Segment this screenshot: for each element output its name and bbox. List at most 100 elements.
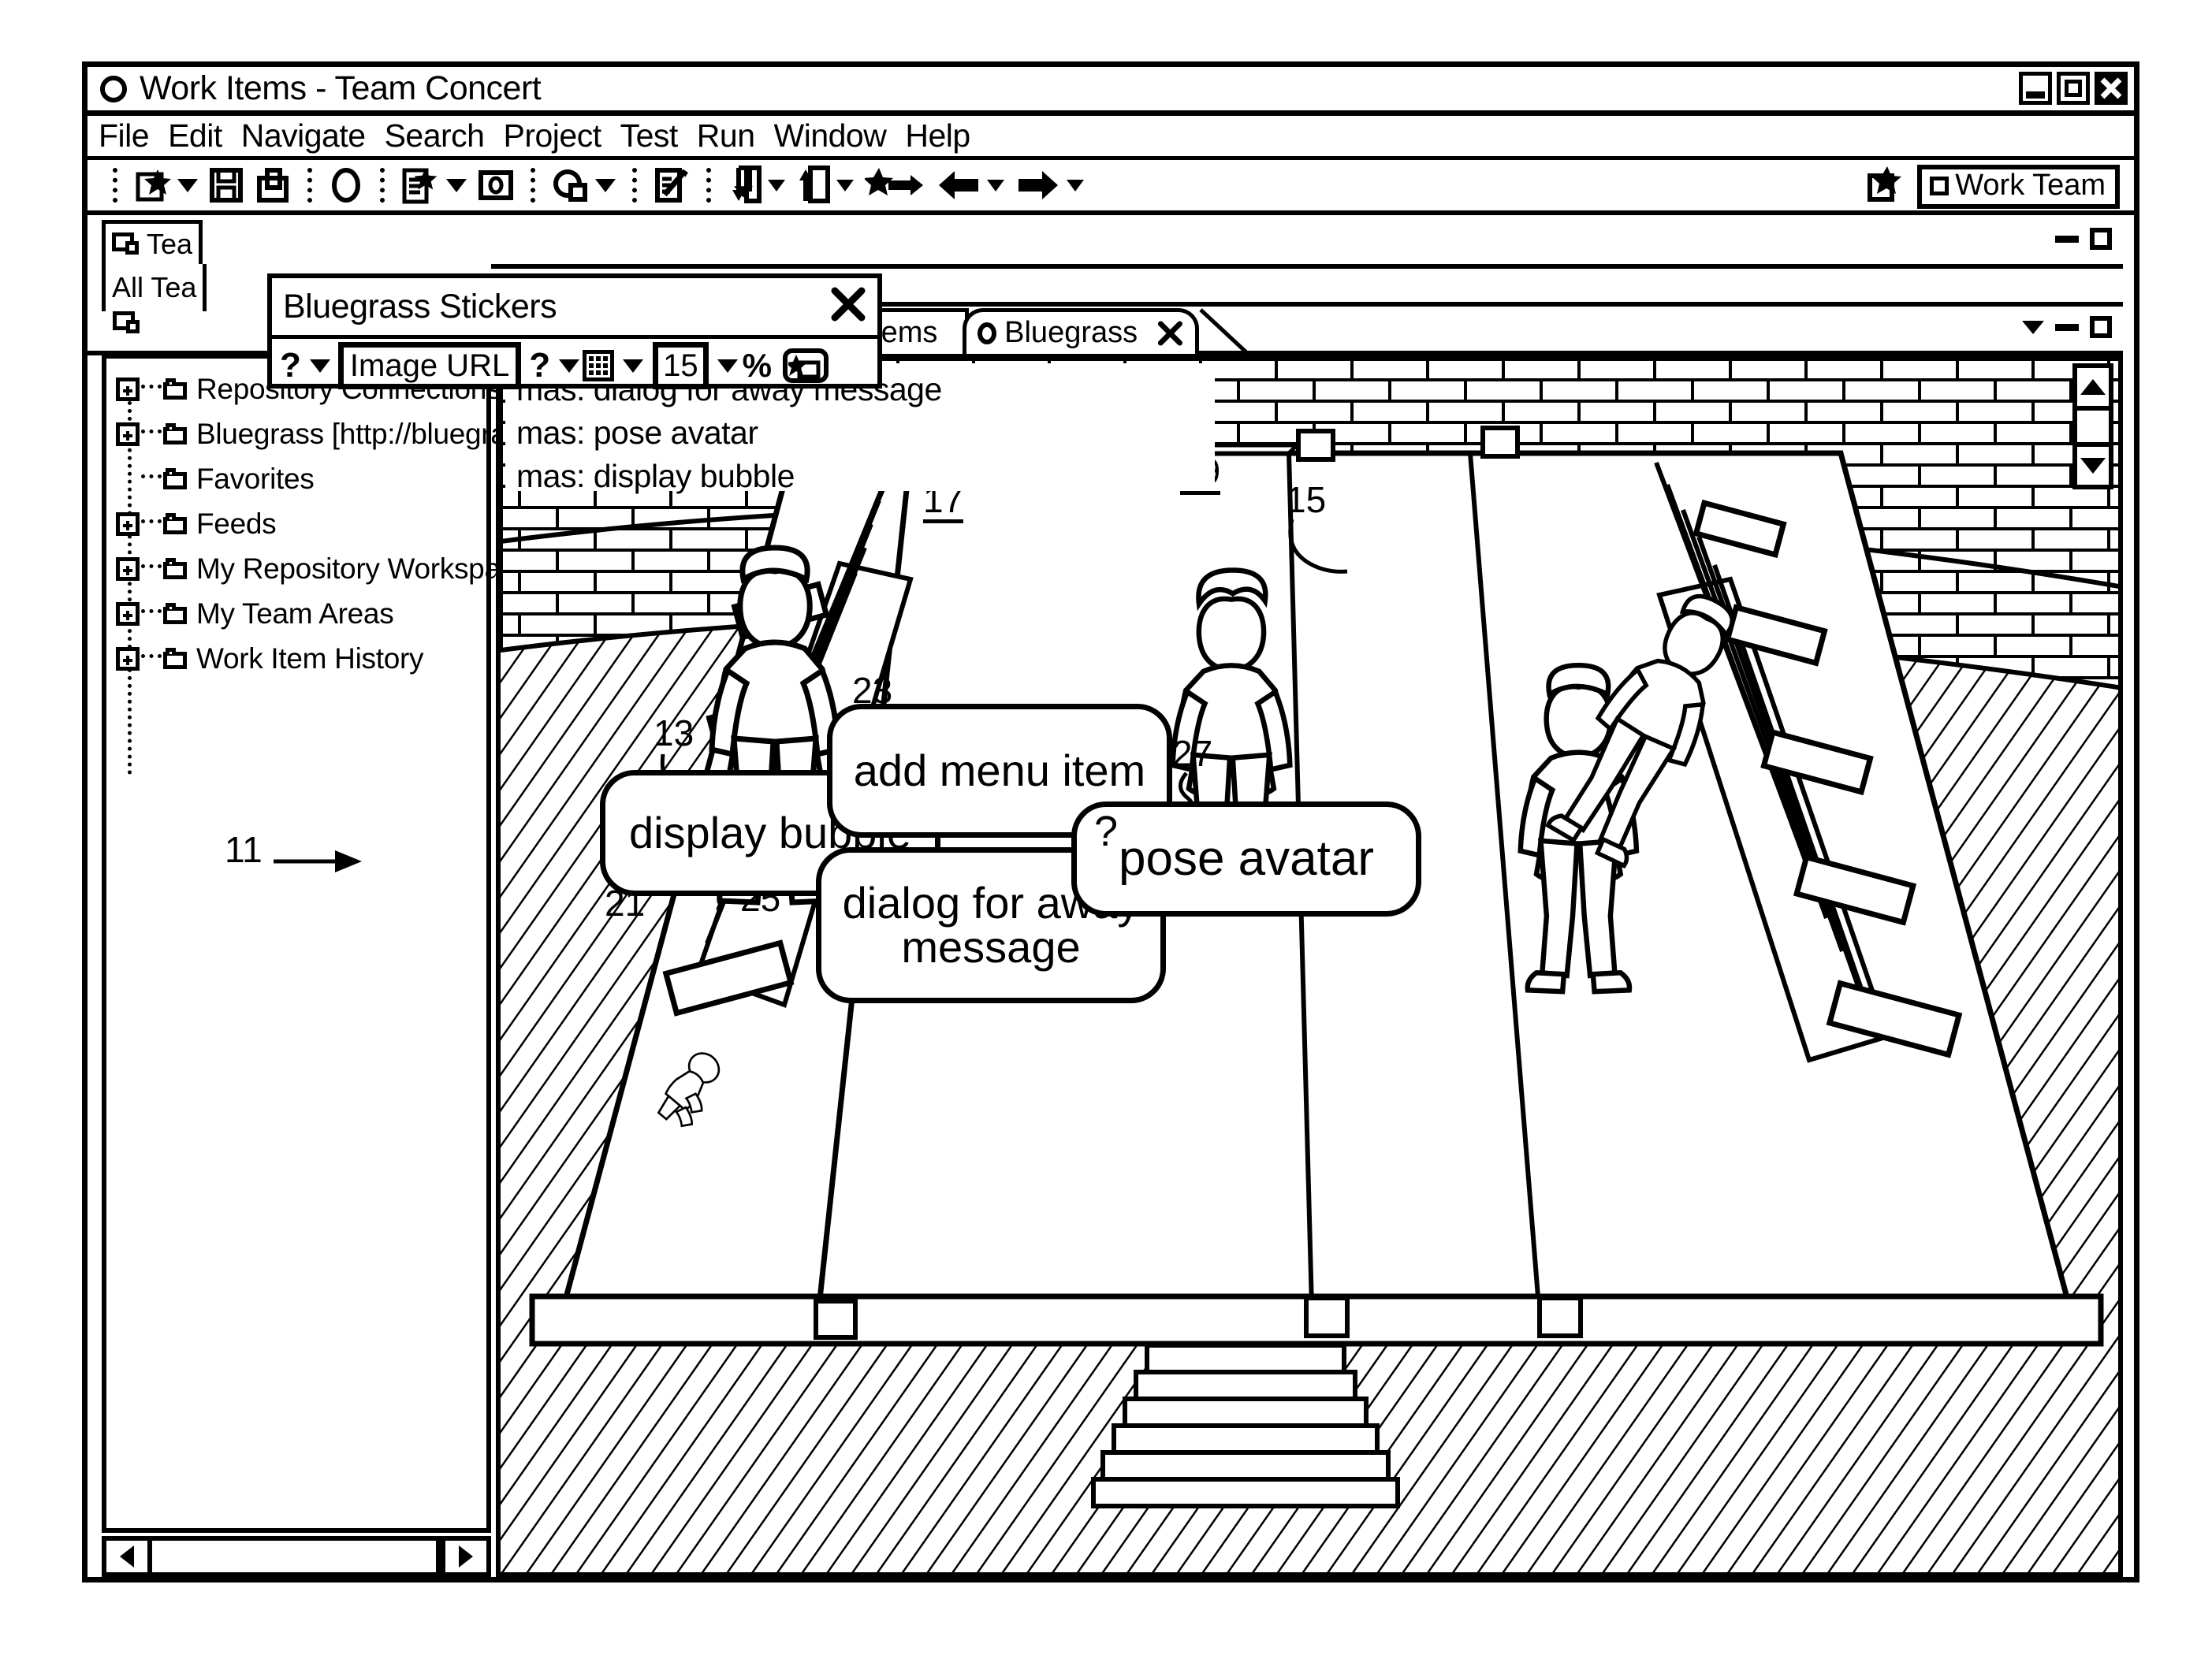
toolbar-separator <box>113 168 117 203</box>
close-button[interactable] <box>2095 72 2128 105</box>
tree-item-work-item-history[interactable]: Work Item History <box>116 636 486 681</box>
star-arrow-icon[interactable] <box>865 166 925 204</box>
expand-plus-icon[interactable] <box>116 646 140 671</box>
back-arrow-icon[interactable] <box>936 168 1004 203</box>
bluegrass-3d-canvas[interactable]: 17 19 15 13 21 23 25 <box>496 354 2123 1577</box>
tree-connector <box>141 609 162 618</box>
save-all-icon[interactable] <box>255 167 291 203</box>
tab-bluegrass[interactable]: Bluegrass <box>963 308 1199 354</box>
new-sticker-icon[interactable] <box>782 348 829 383</box>
tree-item-favorites[interactable]: Favorites <box>116 456 486 501</box>
view-divider-1 <box>491 264 2123 269</box>
new-document-star-icon[interactable] <box>401 166 467 205</box>
scroll-left-button[interactable] <box>106 1541 152 1572</box>
zoom-percent-field[interactable]: 15 <box>653 342 709 389</box>
tab-close-icon[interactable] <box>1156 315 1184 351</box>
edit-pencil-icon[interactable] <box>654 166 690 204</box>
expand-plus-icon[interactable] <box>116 601 140 626</box>
reference-numeral-11: 11 <box>225 829 263 870</box>
toolbar-separator <box>706 168 711 203</box>
close-x-icon <box>831 287 866 322</box>
menu-item-test[interactable]: Test <box>620 120 679 152</box>
view-maximize-icon[interactable] <box>2090 228 2112 250</box>
screenshot-root: Work Items - Team Concert File Edit Navi… <box>0 0 2212 1655</box>
circle-icon <box>978 322 997 344</box>
forward-arrow-icon[interactable] <box>1015 168 1084 203</box>
menu-item-window[interactable]: Window <box>774 120 887 152</box>
menu-item-run[interactable]: Run <box>697 120 755 152</box>
expand-plus-icon[interactable] <box>116 422 140 446</box>
new-star-icon[interactable] <box>1867 165 1909 208</box>
stickers-dialog-title-bar: Bluegrass Stickers <box>272 278 877 339</box>
upload-arrow-icon[interactable] <box>796 165 854 206</box>
folder-icon <box>163 378 190 400</box>
chevron-down-icon-3[interactable] <box>623 359 644 373</box>
reference-arrow-11 <box>274 850 362 872</box>
camera-icon[interactable] <box>478 168 514 203</box>
work-team-toolbar-group: Work Team <box>1867 165 2120 209</box>
tree-horizontal-scrollbar[interactable] <box>102 1536 491 1577</box>
menu-item-search[interactable]: Search <box>385 120 485 152</box>
bubble-pose-avatar[interactable]: ? pose avatar <box>1071 801 1421 917</box>
work-team-label: Work Team <box>1955 169 2106 202</box>
menu-bar: File Edit Navigate Search Project Test R… <box>88 116 2134 160</box>
scroll-down-button[interactable] <box>2077 442 2109 485</box>
view-tab-team-artifacts[interactable]: Tea <box>102 220 203 264</box>
expand-plus-icon[interactable] <box>116 377 140 401</box>
view-minimize-icon[interactable] <box>2055 235 2079 243</box>
view-minimize-maximize-top <box>2055 228 2112 250</box>
help-question-icon-2[interactable]: ? <box>529 348 550 383</box>
mas-entry-3: mas: display bubble <box>516 458 795 494</box>
expand-plus-icon[interactable] <box>116 511 140 536</box>
image-url-field[interactable]: Image URL <box>337 342 522 389</box>
canvas-vertical-scrollbar[interactable] <box>2072 363 2113 489</box>
tree-connector <box>141 385 162 393</box>
help-question-icon[interactable]: ? <box>280 348 301 383</box>
arrow-right-icon <box>459 1545 473 1568</box>
chevron-down-icon-2[interactable] <box>559 359 580 373</box>
tree-connector <box>141 474 162 483</box>
stickers-dialog-title: Bluegrass Stickers <box>283 287 557 325</box>
scroll-up-button[interactable] <box>2077 368 2109 411</box>
scroll-right-button[interactable] <box>441 1541 486 1572</box>
shape-icon[interactable] <box>552 166 616 204</box>
scrollbar-thumb[interactable] <box>152 1541 441 1572</box>
scrollbar-track[interactable] <box>2077 411 2109 442</box>
folder-icon <box>163 558 190 579</box>
percent-label: % <box>742 347 772 384</box>
work-team-checkbox[interactable] <box>1930 176 1949 195</box>
main-toolbar: Work Team <box>88 160 2134 215</box>
question-mark-icon: ? <box>1094 808 1119 855</box>
reference-numeral-13: 13 <box>654 712 695 753</box>
circle-icon[interactable] <box>329 166 363 204</box>
new-work-item-icon[interactable] <box>134 166 198 204</box>
bubble-add-menu-text: add menu item <box>853 746 1146 795</box>
download-arrow-icon[interactable] <box>728 165 785 206</box>
bluegrass-stickers-dialog[interactable]: Bluegrass Stickers ? Image URL ? 15 % <box>267 273 882 389</box>
minimize-button[interactable] <box>2019 72 2052 105</box>
chevron-down-icon-4[interactable] <box>717 359 738 373</box>
work-team-button[interactable]: Work Team <box>1917 165 2120 209</box>
toolbar-separator <box>531 168 535 203</box>
expand-plus-icon[interactable] <box>116 556 140 581</box>
tree-item-my-team-areas[interactable]: My Team Areas <box>116 591 486 636</box>
tree-item-my-repository-workspaces[interactable]: My Repository Workspaces <box>116 546 546 591</box>
tab-bluegrass-label: Bluegrass <box>1004 316 1138 349</box>
view-tab-all-team-artifacts[interactable]: All Tea <box>102 264 207 311</box>
tree-item-bluegrass[interactable]: Bluegrass [http://bluegrass.c <box>116 411 557 456</box>
menu-item-file[interactable]: File <box>99 120 150 152</box>
team-artifacts-tree-panel[interactable]: Repository Connections Bluegrass [http:/… <box>102 354 557 1533</box>
menu-item-help[interactable]: Help <box>905 120 970 152</box>
chevron-down-icon[interactable] <box>309 359 330 373</box>
menu-item-navigate[interactable]: Navigate <box>241 120 366 152</box>
maximize-button[interactable] <box>2057 72 2090 105</box>
stickers-close-button[interactable] <box>830 286 866 322</box>
save-icon[interactable] <box>209 167 244 203</box>
tree-item-feeds[interactable]: Feeds <box>116 501 486 546</box>
grid-icon[interactable] <box>583 350 615 381</box>
tree-item-label: My Repository Workspaces <box>196 552 546 585</box>
menu-item-edit[interactable]: Edit <box>168 120 222 152</box>
menu-item-project[interactable]: Project <box>503 120 601 152</box>
bubble-pose-avatar-text: pose avatar <box>1119 831 1374 886</box>
tree-item-label: Favorites <box>196 462 315 495</box>
